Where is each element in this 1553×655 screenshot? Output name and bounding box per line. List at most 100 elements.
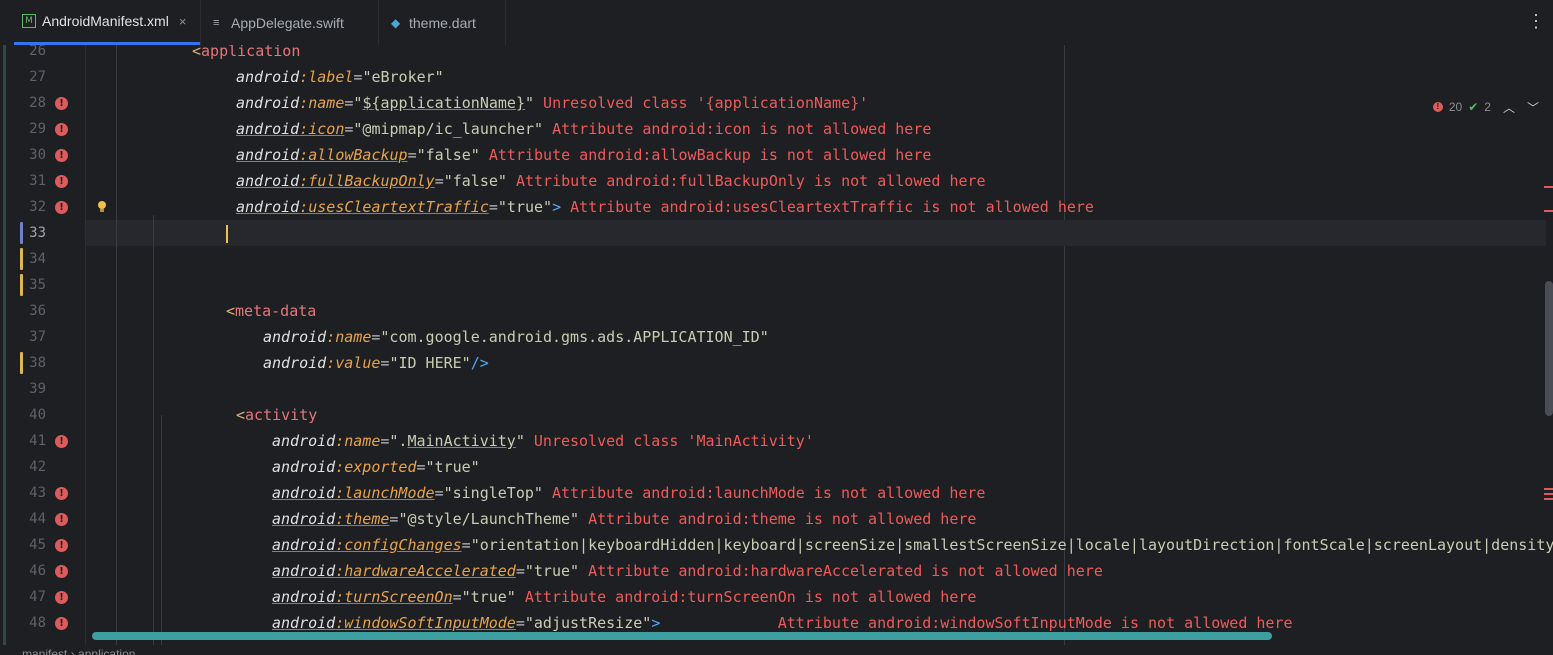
code-line[interactable]: android:exported="true" [86, 454, 1546, 480]
line-number[interactable]: 34 [10, 246, 46, 272]
error-icon[interactable]: ! [55, 513, 68, 526]
tab-label: theme.dart [409, 14, 476, 31]
error-stripe-marker[interactable] [1544, 498, 1553, 500]
line-number[interactable]: 26 [10, 45, 46, 64]
code-token: :value [326, 354, 381, 372]
error-icon[interactable]: ! [55, 617, 68, 630]
code-area[interactable]: <application android:label="eBroker" andro… [86, 45, 1553, 645]
code-token: = [407, 146, 417, 164]
line-gutter[interactable]: 26 27 28! 29! 30! 31! 32! 33 34 35 36 37 38 39 40 41! 42… [10, 45, 86, 645]
tab-label: AppDelegate.swift [231, 14, 344, 31]
error-message: Unresolved class 'MainActivity' [524, 432, 814, 450]
vcs-change-marker[interactable] [20, 352, 23, 374]
error-icon[interactable]: ! [55, 201, 68, 214]
code-token: = [434, 172, 444, 190]
code-line[interactable] [86, 272, 1546, 298]
line-number[interactable]: 35 [10, 272, 46, 298]
line-number[interactable]: 36 [10, 298, 46, 324]
code-editor[interactable]: 26 27 28! 29! 30! 31! 32! 33 34 35 36 37 38 39 40 41! 42… [10, 45, 1553, 645]
editor-tab-bar: M AndroidManifest.xml × ≡ AppDelegate.sw… [0, 0, 1553, 46]
error-icon[interactable]: ! [55, 149, 68, 162]
line-number[interactable]: 45 [10, 532, 46, 558]
line-number[interactable]: 44 [10, 506, 46, 532]
line-number[interactable]: 28 [10, 90, 46, 116]
code-line[interactable] [86, 246, 1546, 272]
tab-android-manifest[interactable]: M AndroidManifest.xml × [14, 0, 200, 45]
code-line[interactable]: <activity [86, 402, 1546, 428]
code-token: "@style/LaunchTheme" [398, 510, 580, 528]
error-icon[interactable]: ! [55, 435, 68, 448]
line-number[interactable]: 31 [10, 168, 46, 194]
swift-file-icon: ≡ [213, 16, 220, 29]
horizontal-scrollbar[interactable] [92, 632, 1272, 640]
line-number[interactable]: 42 [10, 454, 46, 480]
line-number[interactable]: 30 [10, 142, 46, 168]
breadcrumb-root[interactable]: manifest [22, 647, 67, 655]
code-line[interactable]: android:theme="@style/LaunchTheme" Attri… [86, 506, 1546, 532]
vcs-change-marker[interactable] [20, 274, 23, 296]
code-line[interactable]: android:hardwareAccelerated="true" Attri… [86, 558, 1546, 584]
close-icon[interactable]: × [179, 14, 187, 29]
code-line[interactable]: android:fullBackupOnly="false" Attribute… [86, 168, 1546, 194]
tab-theme-dart[interactable]: ◆ theme.dart [378, 0, 506, 45]
error-stripe-marker[interactable] [1544, 488, 1553, 490]
code-line[interactable]: android:name="com.google.android.gms.ads… [86, 324, 1546, 350]
vertical-scrollbar[interactable] [1545, 281, 1553, 416]
error-message: Attribute android:allowBackup is not all… [479, 146, 932, 164]
tab-app-delegate[interactable]: ≡ AppDelegate.swift [200, 0, 378, 45]
line-number[interactable]: 41 [10, 428, 46, 454]
code-token: :exported [335, 458, 417, 476]
error-icon[interactable]: ! [55, 565, 68, 578]
code-line[interactable]: <application [86, 45, 1546, 64]
code-line[interactable]: android:name="${applicationName}" Unreso… [86, 90, 1546, 116]
line-number[interactable]: 43 [10, 480, 46, 506]
code-token: :name [299, 94, 345, 112]
line-number[interactable]: 29 [10, 116, 46, 142]
code-line[interactable]: android:icon="@mipmap/ic_launcher" Attri… [86, 116, 1546, 142]
line-number[interactable]: 33 [10, 220, 46, 246]
code-line[interactable]: android:turnScreenOn="true" Attribute an… [86, 584, 1546, 610]
code-token: android [272, 484, 336, 502]
breadcrumb-child[interactable]: application [78, 647, 135, 655]
more-options-icon[interactable]: ⋮ [1527, 12, 1545, 30]
breadcrumb[interactable]: manifest › application [22, 644, 135, 655]
code-line[interactable]: android:allowBackup="false" Attribute an… [86, 142, 1546, 168]
line-number[interactable]: 46 [10, 558, 46, 584]
code-line[interactable]: android:label="eBroker" [86, 64, 1546, 90]
code-line[interactable]: android:configChanges="orientation|keybo… [86, 532, 1553, 558]
line-number[interactable]: 47 [10, 584, 46, 610]
vcs-change-marker[interactable] [20, 222, 23, 244]
error-stripe-marker[interactable] [1544, 493, 1553, 495]
indent-guide [153, 215, 154, 645]
code-line[interactable]: <meta-data [86, 298, 1546, 324]
error-icon[interactable]: ! [55, 123, 68, 136]
error-icon[interactable]: ! [55, 175, 68, 188]
code-line[interactable]: android:usesCleartextTraffic="true"> Att… [86, 194, 1546, 220]
error-icon[interactable]: ! [55, 591, 68, 604]
code-line[interactable]: android:launchMode="singleTop" Attribute… [86, 480, 1546, 506]
code-line[interactable] [86, 220, 1546, 246]
line-number[interactable]: 48 [10, 610, 46, 636]
line-number[interactable]: 40 [10, 402, 46, 428]
code-token: < [236, 406, 246, 424]
line-number[interactable]: 38 [10, 350, 46, 376]
error-icon[interactable]: ! [55, 539, 68, 552]
line-number[interactable]: 32 [10, 194, 46, 220]
chevron-up-icon[interactable]: ︿ [1503, 99, 1515, 116]
error-icon[interactable]: ! [55, 487, 68, 500]
line-number[interactable]: 27 [10, 64, 46, 90]
code-token: :name [326, 328, 372, 346]
code-line[interactable]: android:value="ID HERE"/> [86, 350, 1546, 376]
error-icon[interactable]: ! [55, 97, 68, 110]
code-line[interactable] [86, 376, 1546, 402]
chevron-down-icon[interactable]: ﹀ [1527, 99, 1539, 116]
code-line[interactable]: android:name=".MainActivity" Unresolved … [86, 428, 1546, 454]
lightbulb-icon[interactable] [97, 201, 107, 213]
line-number[interactable]: 37 [10, 324, 46, 350]
vcs-change-marker[interactable] [20, 248, 23, 270]
error-stripe-marker[interactable] [1544, 210, 1553, 212]
inspection-widget[interactable]: ! 20 ✔ 2 ︿ ﹀ [1432, 98, 1539, 116]
error-stripe-marker[interactable] [1544, 186, 1553, 188]
line-number[interactable]: 39 [10, 376, 46, 402]
code-token: :turnScreenOn [335, 588, 453, 606]
